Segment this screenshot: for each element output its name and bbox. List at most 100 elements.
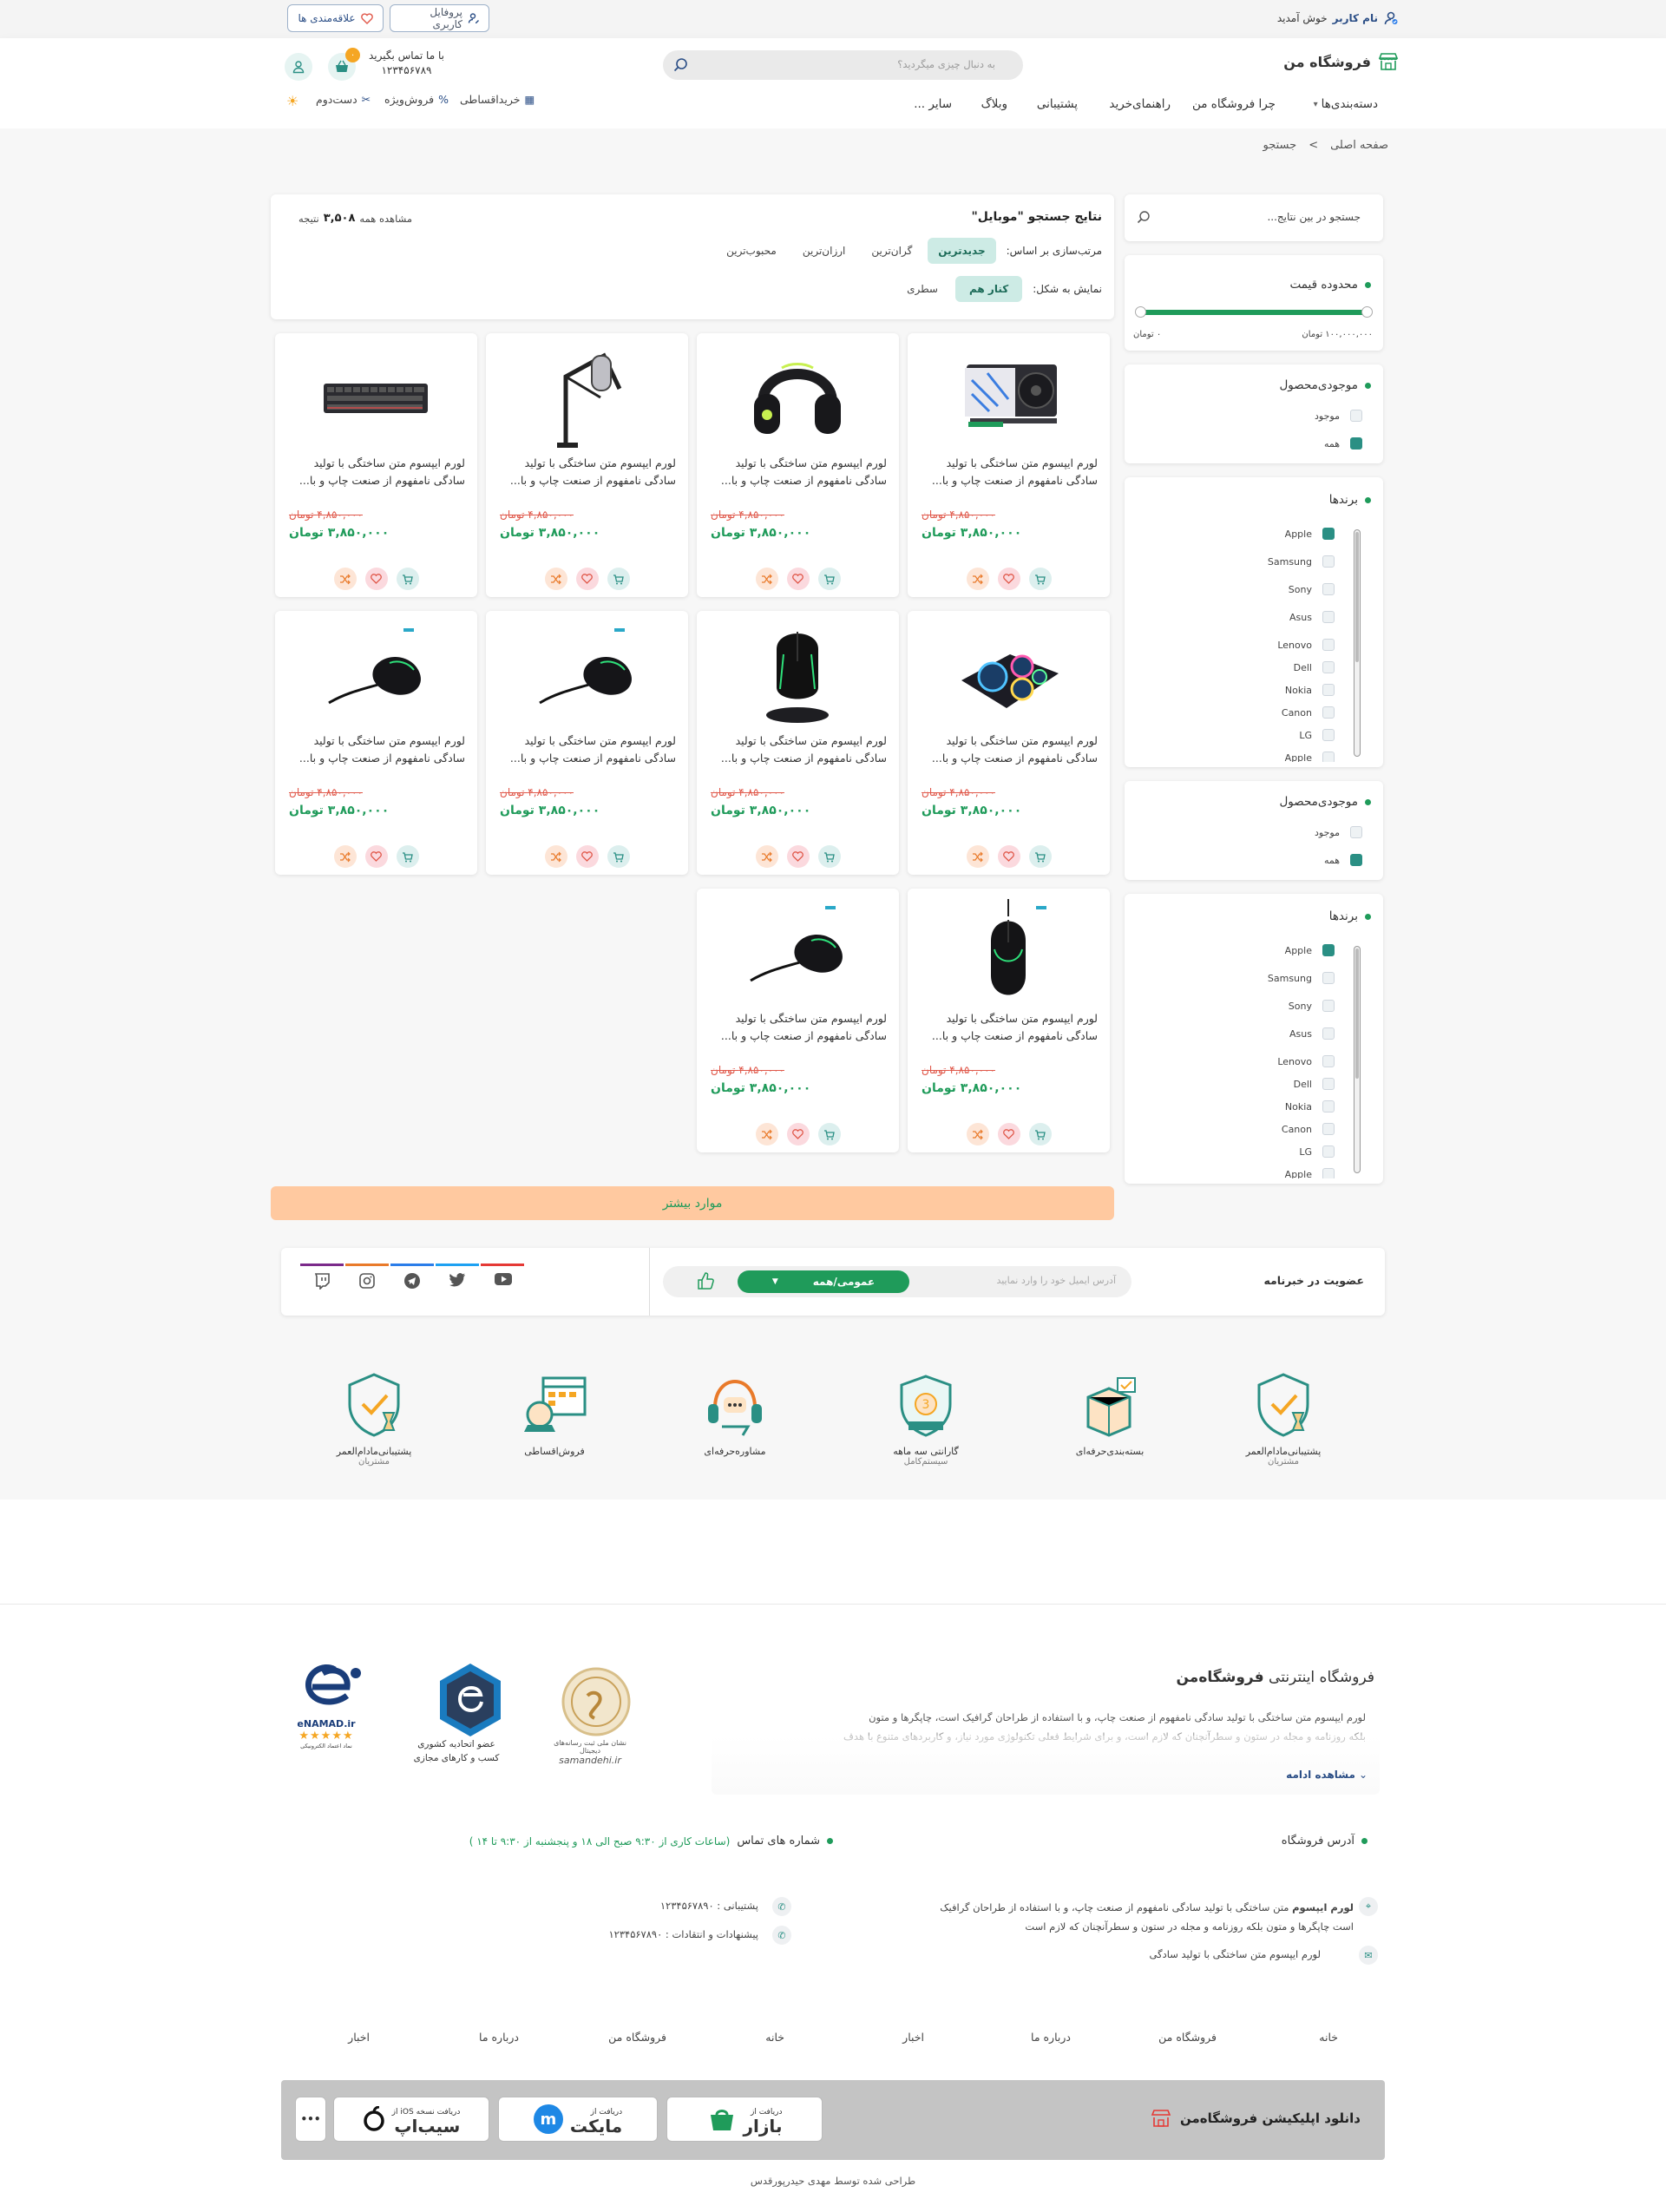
enamad-badge[interactable]: eNAMAD.ir ★★★★★ نماد اعتماد الکترونیکی — [283, 1661, 370, 1749]
checkbox[interactable] — [1322, 1055, 1335, 1067]
wishlist-toggle-button[interactable] — [575, 845, 599, 868]
checkbox-checked[interactable] — [1350, 854, 1362, 866]
checkbox[interactable] — [1322, 1078, 1335, 1090]
footer-link-about[interactable]: درباره ما — [1031, 2031, 1071, 2044]
nav-categories[interactable]: دسته‌بندی‌ها ▾ — [1314, 97, 1378, 111]
wishlist-toggle-button[interactable] — [997, 845, 1020, 868]
sort-newest[interactable]: جدیدترین — [928, 238, 996, 264]
brand-item[interactable]: Samsung — [1268, 555, 1335, 568]
compare-button[interactable] — [333, 568, 357, 590]
product-card[interactable]: لورم ایپسوم متن ساختگی با تولید سادگی نام… — [908, 889, 1110, 1152]
read-more-link[interactable]: ⌄ مشاهده ادامه — [1286, 1769, 1368, 1781]
mouse-cable-image[interactable] — [320, 620, 431, 728]
site-logo[interactable]: فروشگاه من — [1283, 52, 1399, 71]
product-title[interactable]: لورم ایپسوم متن ساختگی با تولید سادگی نام… — [287, 732, 465, 767]
mouse-dock-image[interactable] — [742, 620, 853, 728]
brand-item[interactable]: Lenovo — [1277, 1055, 1335, 1067]
union-badge[interactable]: عضو اتحادیه کشوری کسب و کارهای مجازی — [408, 1661, 505, 1763]
compare-button[interactable] — [966, 1123, 989, 1145]
profile-button[interactable]: پروفایل کاربری — [390, 4, 489, 32]
checkbox[interactable] — [1322, 1145, 1335, 1158]
sort-cheap[interactable]: ارزان‌ترین — [792, 240, 856, 262]
sun-icon[interactable]: ☀ — [286, 93, 298, 109]
footer-link-home[interactable]: خانه — [765, 2031, 784, 2044]
brand-scrollbar[interactable] — [1354, 946, 1361, 1173]
brand-item[interactable]: Asus — [1289, 611, 1335, 623]
checkbox[interactable] — [1322, 1123, 1335, 1135]
sidebar-search[interactable]: جستجو در بین نتایج... — [1125, 194, 1383, 241]
compare-button[interactable] — [755, 568, 778, 590]
mic-arm-image[interactable] — [531, 342, 642, 450]
product-title[interactable]: لورم ایپسوم متن ساختگی با تولید سادگی نام… — [709, 1010, 887, 1045]
add-to-cart-button[interactable] — [607, 568, 630, 590]
checkbox[interactable] — [1322, 639, 1335, 651]
checkbox-checked[interactable] — [1322, 944, 1335, 956]
newsletter-category-select[interactable]: عمومی/همه ▼ — [738, 1270, 909, 1293]
brand-item[interactable]: Nokia — [1285, 684, 1335, 696]
wishlist-toggle-button[interactable] — [997, 1123, 1020, 1145]
checkbox[interactable] — [1322, 706, 1335, 719]
add-to-cart-button[interactable] — [396, 568, 419, 590]
support-phone[interactable]: پشتیبانی : ۱۲۳۴۵۶۷۸۹۰ — [660, 1900, 758, 1912]
price-min-handle[interactable] — [1135, 306, 1146, 318]
product-title[interactable]: لورم ایپسوم متن ساختگی با تولید سادگی نام… — [709, 455, 887, 489]
keyboard-image[interactable] — [320, 342, 431, 450]
compare-button[interactable] — [333, 845, 357, 868]
search-bar[interactable]: به دنبال چیزی میگردید؟ — [663, 50, 1023, 80]
nav-buying-guide[interactable]: راهنمای‌خرید — [1109, 97, 1171, 111]
product-card[interactable]: لورم ایپسوم متن ساختگی با تولید سادگی نام… — [908, 611, 1110, 875]
add-to-cart-button[interactable] — [396, 845, 419, 868]
search-icon[interactable] — [673, 57, 688, 72]
myket-button[interactable]: دریافت از مایکت m — [498, 2097, 658, 2142]
footer-link-store[interactable]: فروشگاه من — [1158, 2031, 1217, 2044]
checkbox[interactable] — [1322, 729, 1335, 741]
add-to-cart-button[interactable] — [1028, 845, 1052, 868]
product-card[interactable]: لورم ایپسوم متن ساختگی با تولید سادگی نام… — [275, 611, 477, 875]
samandehi-badge[interactable]: نشان ملی ثبت رسانه‌های دیجیتال samandehi… — [547, 1664, 633, 1766]
nav-why-us[interactable]: چرا فروشگاه من — [1192, 97, 1276, 111]
footer-link-store[interactable]: فروشگاه من — [608, 2031, 666, 2044]
footer-link-home[interactable]: خانه — [1319, 2031, 1338, 2044]
checkbox[interactable] — [1322, 1168, 1335, 1178]
mouse-cable-image[interactable] — [531, 620, 642, 728]
checkbox-checked[interactable] — [1322, 528, 1335, 540]
stock-option-all[interactable]: همه — [1324, 437, 1362, 450]
footer-link-news[interactable]: اخبار — [348, 2031, 370, 2044]
checkbox[interactable] — [1322, 972, 1335, 984]
product-card[interactable]: لورم ایپسوم متن ساختگی با تولید سادگی نام… — [908, 333, 1110, 597]
add-to-cart-button[interactable] — [1028, 1123, 1052, 1145]
wishlist-toggle-button[interactable] — [364, 845, 388, 868]
product-title[interactable]: لورم ایپسوم متن ساختگی با تولید سادگی نام… — [498, 732, 676, 767]
thumbs-up-icon[interactable] — [696, 1271, 715, 1290]
wishlist-button[interactable]: علاقه‌مندی ها — [287, 4, 384, 32]
footer-link-news[interactable]: اخبار — [902, 2031, 924, 2044]
brand-item[interactable]: Apple — [1285, 528, 1335, 540]
instagram-icon[interactable] — [358, 1272, 376, 1290]
product-card[interactable]: لورم ایپسوم متن ساختگی با تولید سادگی نام… — [486, 611, 688, 875]
checkbox-checked[interactable] — [1350, 437, 1362, 450]
checkbox[interactable] — [1350, 410, 1362, 422]
stock-option-available[interactable]: موجود — [1315, 826, 1362, 838]
product-title[interactable]: لورم ایپسوم متن ساختگی با تولید سادگی نام… — [498, 455, 676, 489]
product-card[interactable]: لورم ایپسوم متن ساختگی با تولید سادگی نام… — [697, 611, 899, 875]
subnav-installment[interactable]: ▦ خریداقساطی — [460, 93, 535, 106]
headset-image[interactable] — [742, 342, 853, 450]
compare-button[interactable] — [755, 1123, 778, 1145]
more-apps-button[interactable]: ••• — [295, 2097, 326, 2142]
add-to-cart-button[interactable] — [1028, 568, 1052, 590]
twitch-icon[interactable] — [313, 1272, 331, 1290]
add-to-cart-button[interactable] — [817, 845, 841, 868]
wishlist-toggle-button[interactable] — [997, 568, 1020, 590]
stock-option-available[interactable]: موجود — [1315, 410, 1362, 422]
footer-link-about[interactable]: درباره ما — [479, 2031, 519, 2044]
brand-item[interactable]: Sony — [1289, 583, 1335, 595]
telegram-icon[interactable] — [403, 1272, 421, 1290]
add-to-cart-button[interactable] — [607, 845, 630, 868]
cooling-pad-image[interactable] — [953, 620, 1064, 728]
product-title[interactable]: لورم ایپسوم متن ساختگی با تولید سادگی نام… — [709, 732, 887, 767]
nav-support[interactable]: پشتیبانی — [1037, 97, 1078, 111]
subnav-used[interactable]: ✂ دست‌دوم — [316, 93, 371, 106]
product-title[interactable]: لورم ایپسوم متن ساختگی با تولید سادگی نام… — [287, 455, 465, 489]
suggest-phone[interactable]: پیشنهادات و انتقادات : ۱۲۳۴۵۶۷۸۹۰ — [608, 1928, 758, 1940]
brand-item[interactable]: Apple — [1285, 944, 1335, 956]
